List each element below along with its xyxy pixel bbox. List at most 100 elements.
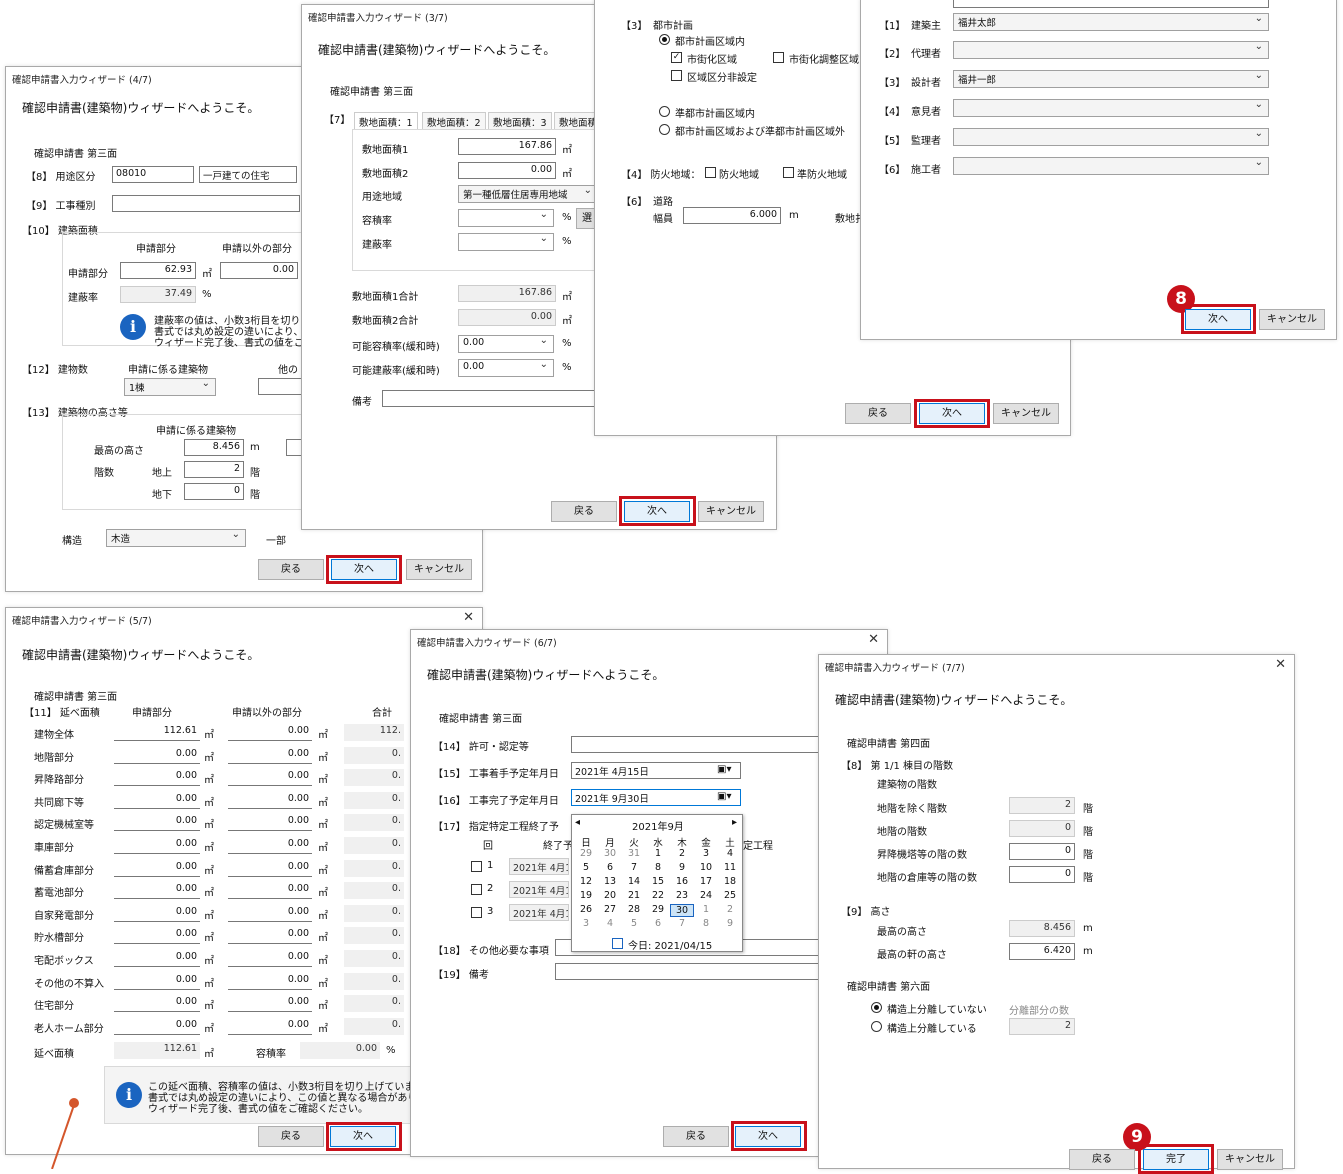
eave-input[interactable]: 6.420 [1009, 943, 1075, 960]
other-area-input[interactable]: 0.00 [228, 791, 312, 809]
other-area-input[interactable]: 0.00 [228, 769, 312, 787]
req-area-input[interactable]: 112.61 [114, 724, 200, 741]
req-area-input[interactable]: 0.00 [114, 904, 200, 922]
radio-quasi[interactable] [659, 106, 670, 117]
checkbox-fire[interactable] [705, 167, 716, 178]
close-icon[interactable]: ✕ [1275, 657, 1286, 672]
calendar-day[interactable]: 26 [574, 904, 598, 915]
back-button[interactable]: 戻る [845, 403, 911, 424]
radio-outside[interactable] [659, 124, 670, 135]
radio-separation[interactable] [871, 1021, 882, 1032]
other-area-input[interactable]: 0.00 [228, 859, 312, 877]
req-area-input[interactable]: 0.00 [114, 972, 200, 990]
checkbox-undiv[interactable] [671, 70, 682, 81]
site2-input[interactable]: 0.00 [458, 162, 556, 179]
calendar-day[interactable]: 23 [670, 890, 694, 901]
cancel-button[interactable]: キャンセル [698, 501, 764, 522]
tab-site1[interactable]: 敷地面積：1 [354, 112, 418, 130]
back-button[interactable]: 戻る [258, 1126, 324, 1147]
tab-site3[interactable]: 敷地面積：3 [488, 112, 552, 130]
checkbox-row2[interactable] [471, 884, 482, 895]
calendar-day[interactable]: 9 [670, 862, 694, 873]
road-width-input[interactable]: 6.000 [683, 207, 781, 224]
req-area-input[interactable]: 0.00 [114, 927, 200, 945]
max-height-input[interactable]: 8.456 [184, 439, 244, 456]
next-month-icon[interactable]: ▸ [732, 817, 737, 828]
calendar-day[interactable]: 27 [598, 904, 622, 915]
calendar-day[interactable]: 2 [670, 848, 694, 859]
other-area-input[interactable]: 0.00 [228, 837, 312, 854]
prev-month-icon[interactable]: ◂ [575, 817, 580, 828]
checkbox-row3[interactable] [471, 907, 482, 918]
building-count-select[interactable]: 1棟 [124, 378, 216, 396]
close-icon[interactable]: ✕ [463, 610, 474, 625]
supervisor-select[interactable] [953, 128, 1269, 146]
calendar-day[interactable]: 30 [598, 848, 622, 859]
radio-in-area[interactable] [659, 34, 670, 45]
checkbox-urban[interactable]: ✓ [671, 52, 682, 63]
calendar-day[interactable]: 17 [694, 876, 718, 887]
owner-select[interactable]: 福井太郎 [953, 13, 1269, 31]
calendar-day[interactable]: 18 [718, 876, 742, 887]
close-icon[interactable]: ✕ [868, 632, 879, 647]
calendar-day[interactable]: 31 [622, 848, 646, 859]
end-calendar-icon[interactable]: ▣▾ [717, 791, 731, 802]
work-input[interactable] [112, 195, 300, 212]
site1-input[interactable]: 167.86 [458, 138, 556, 155]
other-area-input[interactable]: 0.00 [228, 814, 312, 832]
req-area-input[interactable]: 0.00 [114, 791, 200, 809]
cancel-button[interactable]: キャンセル [1217, 1149, 1283, 1170]
tab-site2[interactable]: 敷地面積：2 [422, 112, 486, 130]
start-calendar-icon[interactable]: ▣▾ [717, 764, 731, 775]
req-area-input[interactable]: 0.00 [114, 814, 200, 832]
calendar-day[interactable]: 3 [574, 918, 598, 929]
req-area-input[interactable]: 0.00 [114, 746, 200, 764]
other-area-input[interactable]: 0.00 [228, 972, 312, 990]
calendar-day[interactable]: 24 [694, 890, 718, 901]
req-area-input[interactable]: 0.00 [114, 769, 200, 787]
checkbox-row1[interactable] [471, 861, 482, 872]
other-area-input[interactable]: 0.00 [228, 724, 312, 741]
calendar-day[interactable]: 7 [622, 862, 646, 873]
cancel-button[interactable]: キャンセル [1259, 309, 1325, 330]
structure-select[interactable]: 木造 [106, 529, 246, 547]
other-area-input[interactable]: 0.00 [228, 1017, 312, 1035]
other-area-input[interactable]: 0.00 [228, 904, 312, 922]
agent-select[interactable] [953, 41, 1269, 59]
calendar-day[interactable]: 25 [718, 890, 742, 901]
calendar-day[interactable]: 1 [646, 848, 670, 859]
opinion-select[interactable] [953, 99, 1269, 117]
checkbox-adjust[interactable] [773, 52, 784, 63]
calendar-day[interactable]: 14 [622, 876, 646, 887]
contractor-select[interactable] [953, 157, 1269, 175]
calendar-day[interactable]: 29 [646, 904, 670, 915]
calendar-day[interactable]: 29 [574, 848, 598, 859]
calendar-day[interactable]: 21 [622, 890, 646, 901]
elev-input[interactable]: 0 [1009, 843, 1075, 860]
calendar-day[interactable]: 20 [598, 890, 622, 901]
far-select[interactable] [458, 209, 554, 227]
req-area-input[interactable]: 0.00 [114, 995, 200, 1013]
designer-select[interactable]: 福井一郎 [953, 70, 1269, 88]
calendar-day[interactable]: 3 [694, 848, 718, 859]
other-area-input[interactable]: 0.00 [228, 746, 312, 764]
req-area-input[interactable]: 0.00 [114, 950, 200, 967]
calendar-day[interactable]: 22 [646, 890, 670, 901]
radio-no-separation[interactable] [871, 1002, 882, 1013]
calendar-day[interactable]: 6 [598, 862, 622, 873]
calendar-day[interactable]: 1 [694, 904, 718, 915]
other-area-input[interactable]: 0.00 [228, 950, 312, 967]
other-area-input[interactable]: 0.00 [228, 882, 312, 900]
checkbox-qfire[interactable] [783, 167, 794, 178]
store-input[interactable]: 0 [1009, 866, 1075, 883]
height-other-input[interactable] [286, 439, 302, 456]
calendar-day[interactable]: 30 [670, 904, 694, 917]
back-button[interactable]: 戻る [551, 501, 617, 522]
back-button[interactable]: 戻る [258, 559, 324, 580]
back-button[interactable]: 戻る [1069, 1149, 1135, 1170]
calendar-day[interactable]: 6 [646, 918, 670, 929]
other-area-input[interactable]: 0.00 [228, 995, 312, 1013]
other-area-input[interactable]: 0.00 [220, 262, 298, 279]
req-area-input[interactable]: 0.00 [114, 837, 200, 854]
calendar-day[interactable]: 8 [646, 862, 670, 873]
